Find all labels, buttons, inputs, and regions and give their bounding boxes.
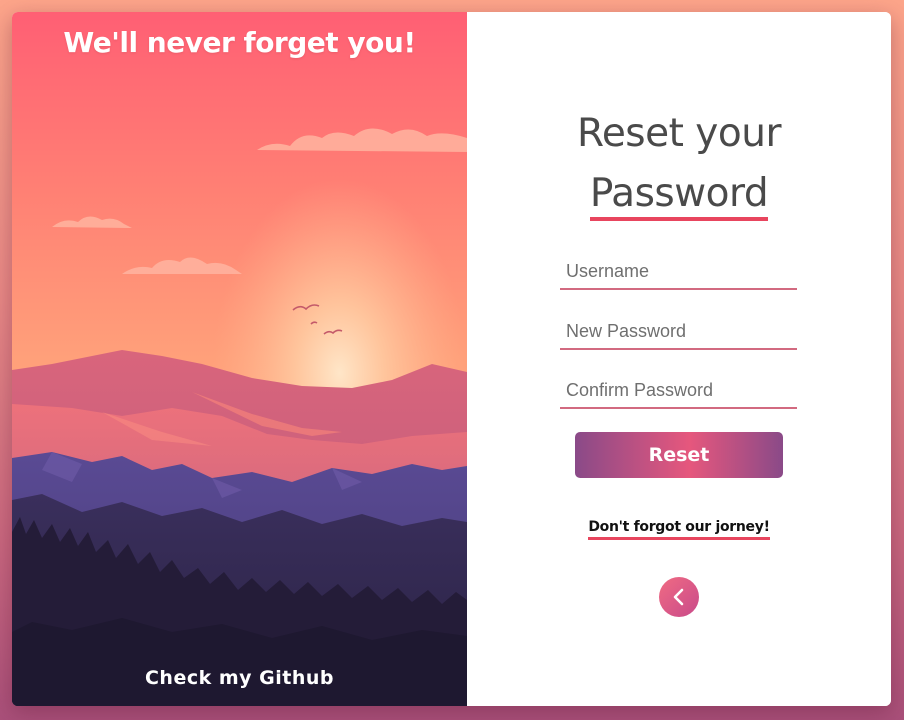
- heading-line2: Password: [589, 171, 769, 221]
- username-input[interactable]: [560, 254, 797, 290]
- page-title: Reset your Password: [467, 104, 891, 224]
- new-password-input[interactable]: [560, 314, 797, 350]
- reset-card: We'll never forget you! Check my Github …: [12, 12, 891, 706]
- left-panel-title: We'll never forget you!: [63, 26, 416, 59]
- mountain-sunset-illustration: [12, 12, 467, 706]
- back-button[interactable]: [659, 577, 699, 617]
- illustration-panel: We'll never forget you! Check my Github: [12, 12, 467, 706]
- journey-link[interactable]: Don't forgot our jorney!: [588, 519, 770, 540]
- heading-line1: Reset your: [576, 111, 782, 156]
- journey-link-wrapper: Don't forgot our jorney!: [467, 519, 891, 540]
- github-link[interactable]: Check my Github: [12, 667, 467, 689]
- form-panel: Reset your Password Reset Don't forgot o…: [467, 12, 891, 706]
- chevron-left-icon: [673, 588, 684, 606]
- reset-button[interactable]: Reset: [575, 432, 783, 478]
- confirm-password-input[interactable]: [560, 373, 797, 409]
